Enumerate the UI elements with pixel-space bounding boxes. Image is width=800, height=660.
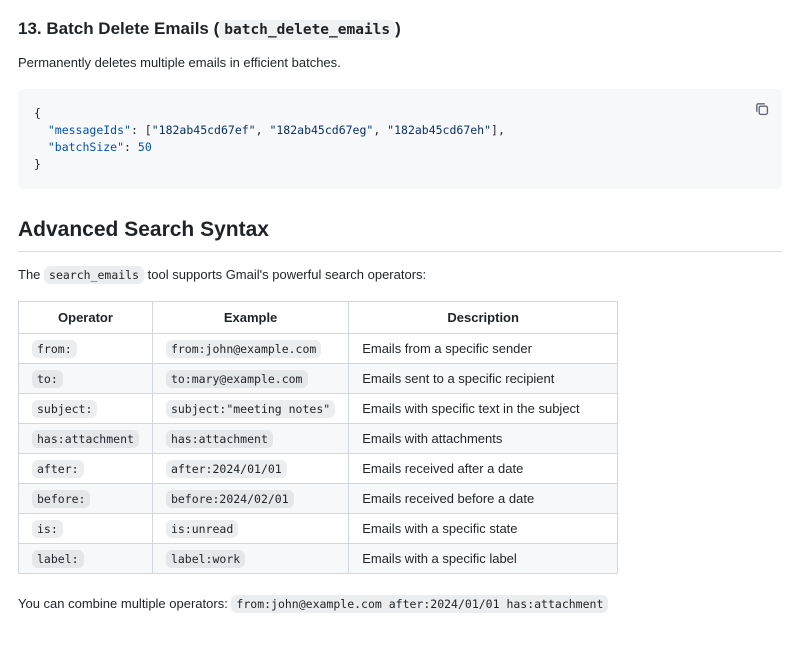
operator-code: label: [32,550,84,568]
operator-code: is: [32,520,63,538]
example-code: is:unread [166,520,238,538]
combine-note-prefix: You can combine multiple operators: [18,596,231,611]
search-intro-prefix: The [18,267,44,282]
example-code: to:mary@example.com [166,370,308,388]
json-code-block: { "messageIds": ["182ab45cd67ef", "182ab… [18,89,782,189]
table-row: subject: subject:"meeting notes" Emails wi… [19,394,618,424]
search-intro-code: search_emails [44,266,144,284]
table-header-row: OperatorExampleDescription [19,302,618,334]
table-row: label: label:work Emails with a specific l… [19,544,618,574]
tool-description: Permanently deletes multiple emails in e… [18,54,782,73]
example-code: has:attachment [166,430,273,448]
combine-note-code: from:john@example.com after:2024/01/01 h… [231,595,608,613]
example-code: before:2024/02/01 [166,490,294,508]
code-line: "messageIds": ["182ab45cd67ef", "182ab45… [34,122,766,139]
operator-code: from: [32,340,77,358]
copy-icon [754,101,770,117]
table-row: to: to:mary@example.com Emails sent to a s… [19,364,618,394]
description-cell: Emails received after a date [349,454,618,484]
search-operators-table: OperatorExampleDescription from: from:joh… [18,301,618,574]
description-cell: Emails from a specific sender [349,334,618,364]
example-code: from:john@example.com [166,340,321,358]
description-cell: Emails with a specific state [349,514,618,544]
operator-code: has:attachment [32,430,139,448]
column-header: Description [349,302,618,334]
search-operators-table-body: from: from:john@example.com Emails from a … [19,334,618,574]
code-line: "batchSize": 50 [34,139,766,156]
code-line: { [34,105,766,122]
table-row: is: is:unread Emails with a specific state [19,514,618,544]
search-intro: The search_emails tool supports Gmail's … [18,266,782,285]
example-code: subject:"meeting notes" [166,400,335,418]
description-cell: Emails received before a date [349,484,618,514]
operator-code: subject: [32,400,97,418]
example-code: after:2024/01/01 [166,460,287,478]
description-cell: Emails sent to a specific recipient [349,364,618,394]
column-header: Example [152,302,348,334]
document-body: 13. Batch Delete Emails (batch_delete_em… [0,0,800,614]
combine-operators-note: You can combine multiple operators: from… [18,594,782,614]
description-cell: Emails with specific text in the subject [349,394,618,424]
code-content: { "messageIds": ["182ab45cd67ef", "182ab… [34,105,766,173]
search-intro-suffix: tool supports Gmail's powerful search op… [144,267,426,282]
operator-code: to: [32,370,63,388]
tool-heading-code: batch_delete_emails [219,20,395,40]
code-line: } [34,156,766,173]
copy-button[interactable] [750,97,774,121]
section-heading: Advanced Search Syntax [18,217,782,252]
operator-code: after: [32,460,84,478]
column-header: Operator [19,302,153,334]
table-row: after: after:2024/01/01 Emails received af… [19,454,618,484]
table-row: before: before:2024/02/01 Emails received … [19,484,618,514]
tool-heading-prefix: 13. Batch Delete Emails ( [18,19,219,38]
description-cell: Emails with a specific label [349,544,618,574]
tool-heading: 13. Batch Delete Emails (batch_delete_em… [18,18,782,40]
operator-code: before: [32,490,90,508]
example-code: label:work [166,550,245,568]
description-cell: Emails with attachments [349,424,618,454]
table-row: has:attachment has:attachment Emails with … [19,424,618,454]
tool-heading-suffix: ) [395,19,401,38]
table-row: from: from:john@example.com Emails from a … [19,334,618,364]
